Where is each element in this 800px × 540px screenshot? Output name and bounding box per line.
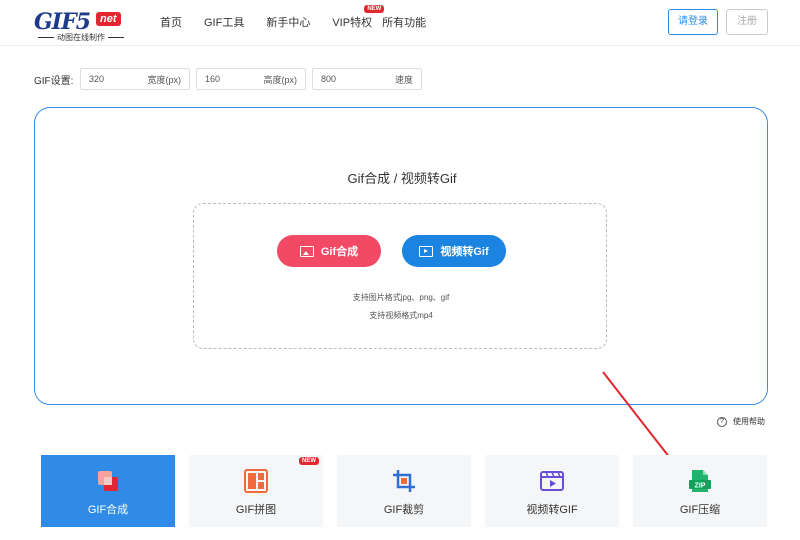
tool-label: GIF合成 <box>87 504 129 516</box>
gif-settings: GIF设置: 320 宽度(px) 160 高度(px) 800 速度 <box>34 68 428 90</box>
logo-subtitle: 动图在线制作 <box>34 32 128 43</box>
video-to-gif-button[interactable]: 视频转Gif <box>402 235 506 267</box>
logo[interactable]: GIF5 net 动图在线制作 <box>34 9 128 43</box>
logo-badge: net <box>96 12 121 26</box>
svg-text:ZIP: ZIP <box>695 482 706 489</box>
nav-beginner-center[interactable]: 新手中心 <box>266 14 310 30</box>
upload-card: Gif合成 / 视频转Gif Gif合成 视频转Gif 支持图片格式jpg、pn… <box>34 107 768 405</box>
tool-label: GIF拼图 <box>235 504 277 516</box>
video-to-gif-label: 视频转Gif <box>440 246 489 258</box>
tool-gif-collage[interactable]: NEW GIF拼图 <box>189 455 323 527</box>
height-unit: 高度(px) <box>263 74 298 85</box>
height-value: 160 <box>205 74 221 84</box>
width-value: 320 <box>89 74 105 84</box>
nav-vip[interactable]: VIP特权 NEW <box>332 5 385 30</box>
question-icon: ? <box>717 416 727 427</box>
nav-gif-tools[interactable]: GIF工具 <box>204 14 244 30</box>
nav-all-features[interactable]: 所有功能 <box>382 14 426 30</box>
height-input[interactable]: 160 高度(px) <box>196 68 306 90</box>
crop-icon <box>393 470 415 492</box>
nav-vip-label: VIP特权 <box>332 17 373 29</box>
tool-gif-crop[interactable]: GIF裁剪 <box>337 455 471 527</box>
width-unit: 宽度(px) <box>147 74 182 85</box>
image-format-hint: 支持图片格式jpg、png、gif <box>352 293 450 302</box>
speed-input[interactable]: 800 速度 <box>312 68 422 90</box>
video-icon <box>540 471 564 491</box>
gif-merge-label: Gif合成 <box>320 246 359 258</box>
settings-label: GIF设置: <box>34 75 74 87</box>
tool-label: GIF裁剪 <box>383 504 425 516</box>
tool-label: GIF压缩 <box>679 504 721 516</box>
zip-icon: ZIP <box>689 470 711 492</box>
gif-merge-button[interactable]: Gif合成 <box>277 235 381 267</box>
collage-icon <box>244 469 268 493</box>
register-button[interactable]: 注册 <box>726 9 768 35</box>
tool-gif-merge[interactable]: GIF合成 <box>41 455 175 527</box>
speed-value: 800 <box>321 74 337 84</box>
drop-zone[interactable]: Gif合成 视频转Gif 支持图片格式jpg、png、gif 支持视频格式mp4 <box>193 203 607 349</box>
tool-video-to-gif[interactable]: 视频转GIF <box>485 455 619 527</box>
video-format-hint: 支持视频格式mp4 <box>369 311 433 320</box>
login-button[interactable]: 请登录 <box>668 9 718 35</box>
main-nav: 首页 GIF工具 新手中心 VIP特权 NEW 所有功能 <box>160 5 448 30</box>
help-link[interactable]: ? 使用帮助 <box>717 416 765 427</box>
width-input[interactable]: 320 宽度(px) <box>80 68 190 90</box>
help-label: 使用帮助 <box>733 417 765 426</box>
upload-title: Gif合成 / 视频转Gif <box>347 171 457 186</box>
speed-unit: 速度 <box>394 74 413 85</box>
vip-new-badge: NEW <box>364 5 385 13</box>
collage-new-badge: NEW <box>299 457 319 465</box>
page: GIF5 net 动图在线制作 首页 GIF工具 新手中心 VIP特权 NEW … <box>0 0 800 540</box>
film-icon <box>419 245 434 257</box>
nav-home[interactable]: 首页 <box>160 14 182 30</box>
tool-gif-compress[interactable]: ZIP GIF压缩 <box>633 455 767 527</box>
merge-icon <box>98 471 118 491</box>
tool-label: 视频转GIF <box>526 504 578 516</box>
image-icon <box>299 245 314 257</box>
header: GIF5 net 动图在线制作 首页 GIF工具 新手中心 VIP特权 NEW … <box>0 0 800 46</box>
